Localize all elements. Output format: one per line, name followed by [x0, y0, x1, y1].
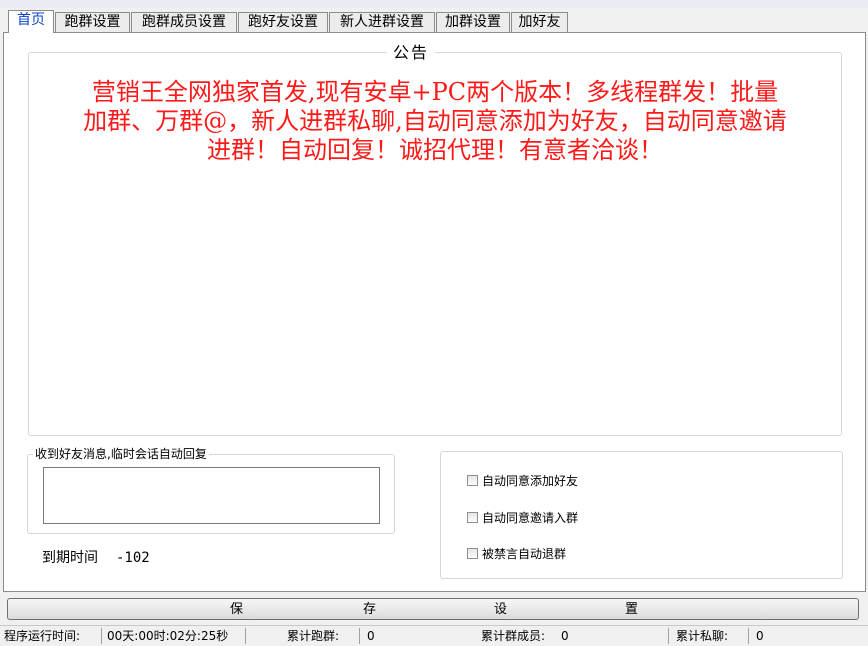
- save-button-char: 置: [625, 602, 639, 617]
- status-separator: [359, 628, 360, 644]
- notice-title: 公告: [386, 42, 436, 64]
- auto-reply-title: 收到好友消息,临时会话自动回复: [33, 446, 209, 462]
- tab-bar: 首页 跑群设置 跑群成员设置 跑好友设置 新人进群设置 加群设置 加好友: [0, 10, 868, 33]
- tab-run-group-member-settings[interactable]: 跑群成员设置: [131, 12, 237, 32]
- option-label: 自动同意添加好友: [482, 473, 579, 488]
- tab-run-group-settings[interactable]: 跑群设置: [55, 12, 130, 32]
- status-separator: [245, 628, 246, 644]
- tab-add-group-settings[interactable]: 加群设置: [436, 12, 510, 32]
- option-auto-accept-group-invite[interactable]: 自动同意邀请入群: [467, 508, 578, 526]
- private-count-value: 0: [756, 629, 764, 643]
- save-button-char: 设: [494, 602, 508, 617]
- notice-text: 营销王全网独家首发,现有安卓+PC两个版本！多线程群发！批量加群、万群@，新人进…: [83, 78, 787, 164]
- status-bar: 程序运行时间: 00天:00时:02分:25秒 累计跑群: 0 累计群成员: 0…: [0, 625, 868, 646]
- option-label: 被禁言自动退群: [482, 546, 567, 561]
- option-label: 自动同意邀请入群: [482, 510, 579, 525]
- window-top-strip: [0, 0, 868, 8]
- runtime-value: 00天:00时:02分:25秒: [107, 629, 229, 643]
- save-button-char: 存: [363, 602, 377, 617]
- tab-run-friend-settings[interactable]: 跑好友设置: [238, 12, 328, 32]
- save-settings-button[interactable]: 保 存 设 置: [7, 598, 859, 620]
- status-separator: [101, 628, 102, 644]
- tab-home[interactable]: 首页: [8, 10, 54, 33]
- private-count-label: 累计私聊:: [676, 629, 729, 643]
- save-button-char: 保: [230, 602, 244, 617]
- status-separator: [668, 628, 669, 644]
- groups-count-value: 0: [367, 629, 375, 643]
- option-auto-accept-friend[interactable]: 自动同意添加好友: [467, 471, 578, 489]
- status-separator: [748, 628, 749, 644]
- checkbox-auto-accept-friend[interactable]: [467, 474, 478, 486]
- members-count-label: 累计群成员:: [481, 629, 546, 643]
- option-auto-quit-muted[interactable]: 被禁言自动退群: [467, 544, 566, 562]
- tab-add-friend[interactable]: 加好友: [511, 12, 568, 32]
- tab-new-member-settings[interactable]: 新人进群设置: [329, 12, 435, 32]
- expire-value: -102: [116, 550, 150, 566]
- checkbox-auto-quit-muted[interactable]: [467, 547, 478, 559]
- runtime-label: 程序运行时间:: [4, 629, 81, 643]
- groups-count-label: 累计跑群:: [287, 629, 340, 643]
- auto-reply-textarea[interactable]: [43, 467, 380, 524]
- checkbox-auto-accept-group-invite[interactable]: [467, 511, 478, 523]
- members-count-value: 0: [561, 629, 569, 643]
- expire-label: 到期时间: [42, 550, 98, 566]
